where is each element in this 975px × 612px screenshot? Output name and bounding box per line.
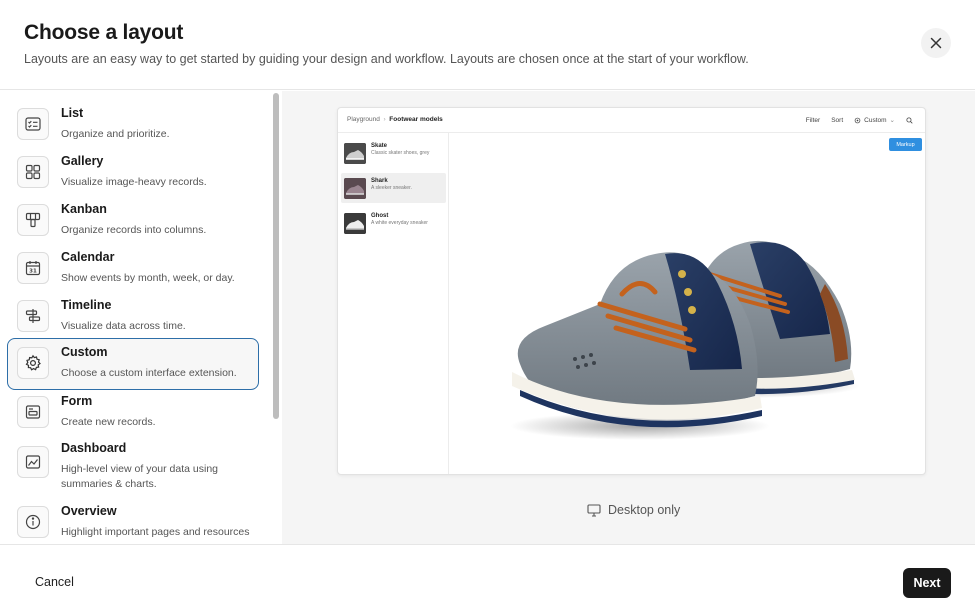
preview-custom-label: Custom [864,116,887,124]
preview-toolbar: Playground › Footwear models Filter Sort… [338,108,925,133]
layout-item-description: Create new records. [61,416,156,428]
gear-icon [854,117,861,123]
layout-item-description: Organize and prioritize. [61,128,170,140]
monitor-icon [587,503,601,517]
layout-item-overview[interactable]: Overview Highlight important pages and r… [7,497,259,544]
layout-item-label: Dashboard [61,441,127,455]
layout-item-label: Calendar [61,250,115,264]
preview-breadcrumb: Playground › Footwear models [347,116,443,123]
layout-preview-panel: Playground › Footwear models Filter Sort… [282,91,975,544]
preview-breadcrumb-parent: Playground [347,116,380,123]
layout-item-label: Timeline [61,298,112,312]
layout-item-description: Highlight important pages and resources [61,526,250,538]
shoe-thumbnail [344,178,366,199]
dashboard-icon [17,446,49,478]
desktop-only-label: Desktop only [608,503,681,517]
layout-item-kanban[interactable]: Kanban Organize records into columns. [7,195,259,247]
next-button[interactable]: Next [903,568,951,598]
layout-item-dashboard[interactable]: Dashboard High-level view of your data u… [7,434,259,494]
close-button[interactable] [921,28,951,58]
layout-item-label: Form [61,394,93,408]
layout-item-description: Choose a custom interface extension. [61,367,237,379]
layout-item-description: Show events by month, week, or day. [61,272,235,284]
preview-record: Ghost A white everyday sneaker [341,208,446,238]
preview-record: Shark A sleeker sneaker. [341,173,446,203]
layout-item-list[interactable]: List Organize and prioritize. [7,99,259,151]
calendar-icon: 31 [17,252,49,284]
preview-record-name: Shark [371,178,388,184]
layout-item-description: Visualize data across time. [61,320,186,332]
layout-item-custom[interactable]: Custom Choose a custom interface extensi… [7,338,259,390]
layout-item-gallery[interactable]: Gallery Visualize image-heavy records. [7,147,259,199]
preview-tools: Filter Sort Custom ⌄ [806,116,913,124]
preview-custom: Custom ⌄ [854,116,895,124]
shoe-thumbnail [344,143,366,164]
info-icon [17,506,49,538]
preview-record-name: Ghost [371,213,389,219]
dialog-header: Choose a layout Layouts are an easy way … [0,0,975,90]
preview-canvas [450,134,925,474]
svg-text:31: 31 [29,269,37,275]
search-icon [906,116,913,124]
layout-item-label: Custom [61,345,108,359]
layout-item-calendar[interactable]: 31 Calendar Show events by month, week, … [7,243,259,295]
dialog-footer: Cancel Next [0,544,975,612]
layout-item-description: Visualize image-heavy records. [61,176,207,188]
preview-sort: Sort [831,116,844,124]
dialog-title: Choose a layout [24,21,184,44]
cancel-button[interactable]: Cancel [35,575,74,589]
sneaker-illustration [510,240,860,440]
preview-record-list: Skate Classic skater shoes, grey Shark A… [338,133,449,474]
dialog-subtitle: Layouts are an easy way to get started b… [24,52,749,66]
form-icon [17,396,49,428]
preview-filter: Filter [805,116,821,124]
layout-item-description: High-level view of your data using summa… [61,463,218,490]
timeline-icon [17,300,49,332]
list-icon [17,108,49,140]
preview-record-description: A sleeker sneaker. [371,185,412,191]
desktop-only-note: Desktop only [587,503,680,517]
layout-item-form[interactable]: Form Create new records. [7,387,259,439]
layout-item-label: Kanban [61,202,107,216]
layout-item-timeline[interactable]: Timeline Visualize data across time. [7,291,259,343]
layout-list: List Organize and prioritize. Gallery Vi… [0,91,282,544]
close-icon [930,37,942,49]
layout-item-label: List [61,106,84,120]
preview-record-description: A white everyday sneaker [371,220,428,226]
gear-icon [17,347,49,379]
sidebar-scrollbar[interactable] [273,93,279,419]
layout-preview: Playground › Footwear models Filter Sort… [337,107,926,475]
preview-record: Skate Classic skater shoes, grey [341,138,446,168]
preview-record-name: Skate [371,143,388,149]
layout-item-label: Gallery [61,154,104,168]
chevron-down-icon: ⌄ [889,117,895,124]
gallery-icon [17,156,49,188]
layout-item-description: Organize records into columns. [61,224,207,236]
preview-breadcrumb-current: Footwear models [389,116,443,123]
layout-item-label: Overview [61,504,117,518]
preview-record-description: Classic skater shoes, grey [371,150,430,156]
kanban-icon [17,204,49,236]
shoe-thumbnail [344,213,366,234]
